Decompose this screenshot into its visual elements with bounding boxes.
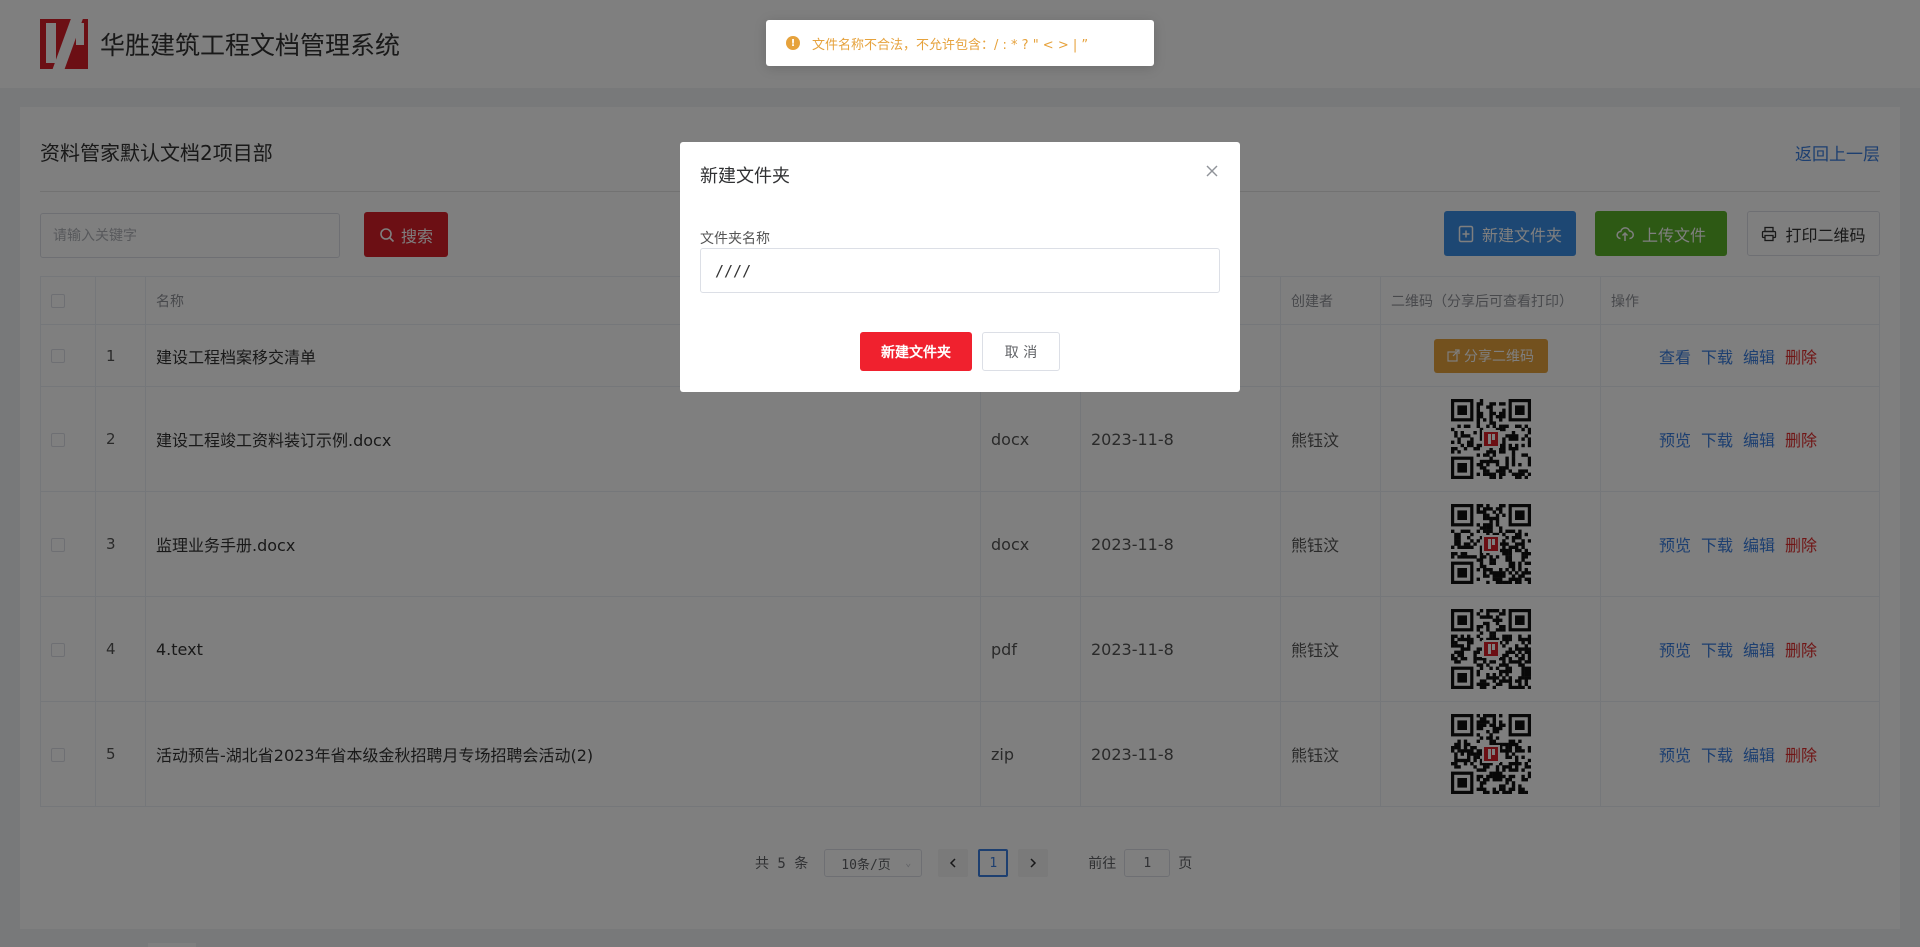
warning-toast: ! 文件名称不合法，不允许包含：/ : * ? " < > | ” (766, 20, 1154, 66)
warning-icon: ! (786, 36, 800, 50)
new-folder-dialog: 新建文件夹 文件夹名称 新建文件夹 取 消 (680, 142, 1240, 392)
folder-name-label: 文件夹名称 (700, 231, 770, 247)
create-folder-button[interactable]: 新建文件夹 (860, 332, 972, 371)
folder-name-input[interactable] (700, 248, 1220, 293)
cancel-button[interactable]: 取 消 (982, 332, 1060, 371)
dialog-title: 新建文件夹 (700, 166, 790, 187)
toast-message: 文件名称不合法，不允许包含：/ : * ? " < > | ” (812, 37, 1089, 53)
close-icon[interactable] (1204, 164, 1220, 180)
